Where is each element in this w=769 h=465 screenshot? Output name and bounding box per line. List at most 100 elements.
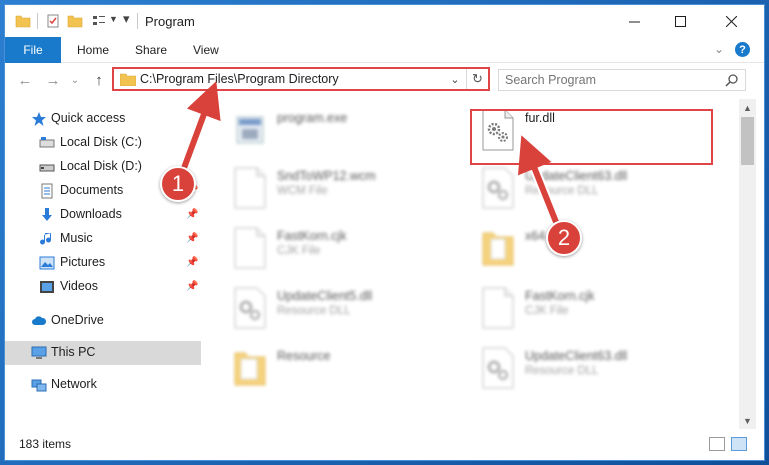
address-path: C:\Program Files\Program Directory (140, 72, 339, 86)
file-type: CJK File (277, 245, 321, 257)
sidebar-item-label: Videos (60, 279, 98, 293)
tab-share[interactable]: Share (135, 37, 167, 63)
address-bar[interactable]: C:\Program Files\Program Directory ⌄ ↻ (112, 67, 490, 91)
pin-icon[interactable]: 📌 (186, 281, 198, 292)
forward-arrow-icon: → (45, 71, 61, 89)
up-arrow-icon: ↑ (95, 71, 103, 89)
details-view-icon[interactable] (709, 437, 725, 451)
scroll-thumb[interactable] (741, 117, 754, 165)
forward-button[interactable]: → (43, 71, 63, 89)
file-item-sndtowp12[interactable]: SndToWP12.wcm WCM File (233, 165, 473, 221)
star-icon (32, 112, 46, 126)
pin-icon[interactable]: 📌 (186, 209, 198, 220)
file-name: Resource (277, 349, 331, 363)
sidebar-item-label: OneDrive (51, 313, 104, 327)
file-name: UpdateClient5.dll (277, 289, 373, 303)
large-icons-view-icon[interactable] (731, 437, 747, 451)
help-icon[interactable]: ? (735, 42, 750, 57)
sidebar-item-local-disk-c[interactable]: Local Disk (C:) (5, 131, 201, 155)
blank-file-icon (482, 287, 514, 329)
chevron-down-icon: ⌄ (70, 74, 80, 86)
file-item-updateclient63[interactable]: UpdateClient63.dll Resource DLL (481, 165, 721, 221)
file-name: x64 (525, 229, 546, 243)
file-item-program-exe[interactable]: program.exe (233, 107, 473, 163)
file-type: Resource DLL (277, 305, 351, 317)
blank-file-icon (234, 227, 266, 269)
file-type: WCM File (277, 185, 328, 197)
sidebar-item-quick-access[interactable]: Quick access (5, 107, 201, 131)
annotation-badge-2: 2 (546, 220, 582, 256)
ribbon-tabs: File Home Share View ⌄ ? (5, 37, 764, 63)
sidebar-item-downloads[interactable]: Downloads 📌 (5, 203, 201, 227)
search-icon[interactable] (725, 73, 739, 87)
sidebar-item-label: Pictures (60, 255, 106, 269)
download-arrow-icon (42, 208, 52, 221)
close-icon (725, 15, 737, 27)
back-arrow-icon: ← (17, 71, 33, 89)
sidebar-item-onedrive[interactable]: OneDrive (5, 309, 201, 333)
address-dropdown-button[interactable]: ⌄ (446, 70, 464, 88)
refresh-button[interactable]: ↻ (466, 69, 488, 89)
view-options-icon[interactable] (91, 13, 107, 29)
qa-divider (37, 13, 38, 29)
folder-icon[interactable] (15, 13, 31, 29)
search-input[interactable] (499, 70, 709, 90)
new-folder-icon[interactable] (67, 13, 83, 29)
dll-gear-icon (234, 287, 266, 329)
tab-file[interactable]: File (5, 37, 61, 63)
customize-qa-icon[interactable]: ▾ (123, 11, 130, 27)
folder-icon (120, 73, 136, 86)
file-item-updateclient5[interactable]: UpdateClient5.dll Resource DLL (233, 285, 473, 341)
file-item-fastkorn[interactable]: FastKorn.cjk CJK File (481, 285, 721, 341)
tab-view[interactable]: View (193, 37, 219, 63)
folder-item-x64[interactable]: x64 (481, 225, 721, 281)
item-count: 183 items (19, 437, 72, 451)
file-name: program.exe (277, 111, 348, 125)
sidebar-item-network[interactable]: Network (5, 373, 201, 397)
file-name: FastKorn.cjk (277, 229, 347, 243)
monitor-icon (31, 346, 47, 359)
pictures-icon (39, 256, 55, 270)
vertical-scrollbar[interactable]: ▲ ▼ (739, 99, 756, 429)
navigation-pane: Quick access Local Disk (C:) Local Disk … (5, 99, 201, 429)
minimize-icon (628, 21, 640, 22)
scroll-down-arrow-icon[interactable]: ▼ (739, 412, 756, 429)
documents-icon (41, 183, 53, 199)
folder-item-resource[interactable]: Resource (233, 345, 473, 401)
maximize-button[interactable] (657, 5, 703, 37)
file-type: Resource DLL (525, 365, 599, 377)
annotation-badge-1: 1 (160, 166, 196, 202)
maximize-icon (674, 15, 686, 27)
sidebar-item-music[interactable]: Music 📌 (5, 227, 201, 251)
chevron-down-icon: ⌄ (450, 73, 460, 86)
window-title: Program (145, 14, 195, 29)
sidebar-item-label: Local Disk (C:) (60, 135, 142, 149)
sidebar-item-label: Network (51, 377, 97, 391)
videos-icon (40, 281, 54, 293)
qa-dropdown-icon[interactable]: ▼ (109, 14, 118, 24)
exe-icon (236, 116, 264, 144)
file-item-updateclient63[interactable]: UpdateClient63.dll Resource DLL (481, 345, 721, 401)
properties-icon[interactable] (45, 13, 61, 29)
tab-home[interactable]: Home (77, 37, 109, 63)
up-button[interactable]: ↑ (89, 71, 109, 89)
pin-icon[interactable]: 📌 (186, 257, 198, 268)
expand-ribbon-icon[interactable]: ⌄ (714, 42, 724, 56)
pin-icon[interactable]: 📌 (186, 233, 198, 244)
folder-icon (234, 352, 266, 386)
file-name: UpdateClient63.dll (525, 349, 628, 363)
close-button[interactable] (708, 5, 754, 37)
sidebar-item-this-pc[interactable]: This PC (5, 341, 201, 365)
file-item-fastkorn[interactable]: FastKorn.cjk CJK File (233, 225, 473, 281)
cloud-icon (32, 316, 47, 325)
scroll-up-arrow-icon[interactable]: ▲ (739, 99, 756, 116)
sidebar-item-label: Documents (60, 183, 124, 197)
title-bar: ▼ ▾ Program (5, 5, 764, 37)
search-box[interactable] (498, 69, 746, 91)
sidebar-item-videos[interactable]: Videos 📌 (5, 275, 201, 299)
back-button[interactable]: ← (15, 71, 35, 89)
file-explorer-window: ▼ ▾ Program File Home Share View ⌄ ? ← →… (4, 4, 765, 461)
sidebar-item-pictures[interactable]: Pictures 📌 (5, 251, 201, 275)
minimize-button[interactable] (611, 5, 657, 37)
recent-locations-button[interactable]: ⌄ (65, 71, 85, 89)
